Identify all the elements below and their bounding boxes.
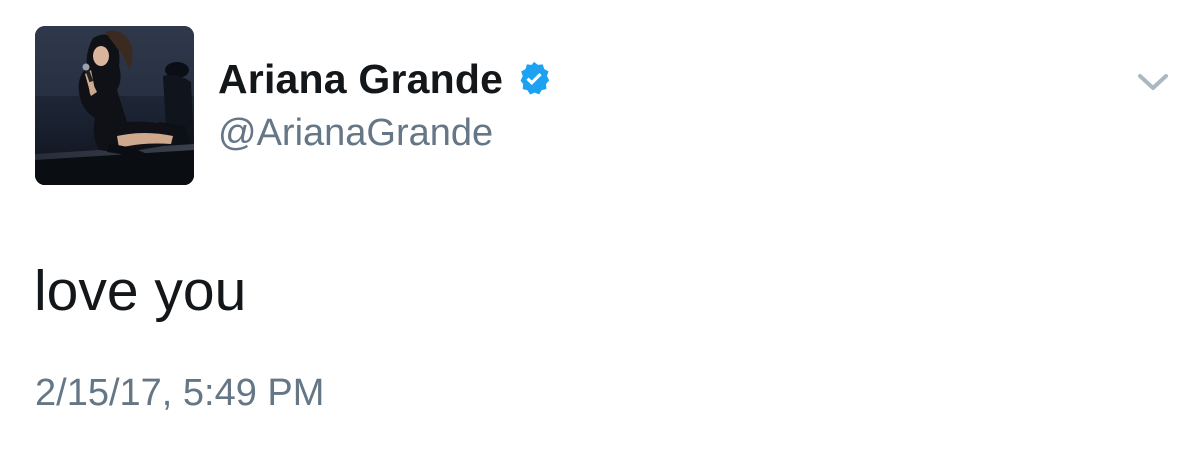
tweet-text: love you: [34, 259, 247, 323]
author-handle[interactable]: @ArianaGrande: [218, 110, 493, 156]
avatar[interactable]: [35, 26, 194, 185]
tweet-card: Ariana Grande @ArianaGrande love you 2/1…: [0, 0, 1200, 451]
author-name-row[interactable]: Ariana Grande: [218, 53, 553, 105]
avatar-photo: [35, 26, 194, 185]
display-name[interactable]: Ariana Grande: [218, 53, 503, 105]
verified-badge-icon: [515, 60, 553, 98]
tweet-timestamp[interactable]: 2/15/17, 5:49 PM: [35, 370, 324, 416]
chevron-down-icon[interactable]: [1136, 68, 1170, 94]
